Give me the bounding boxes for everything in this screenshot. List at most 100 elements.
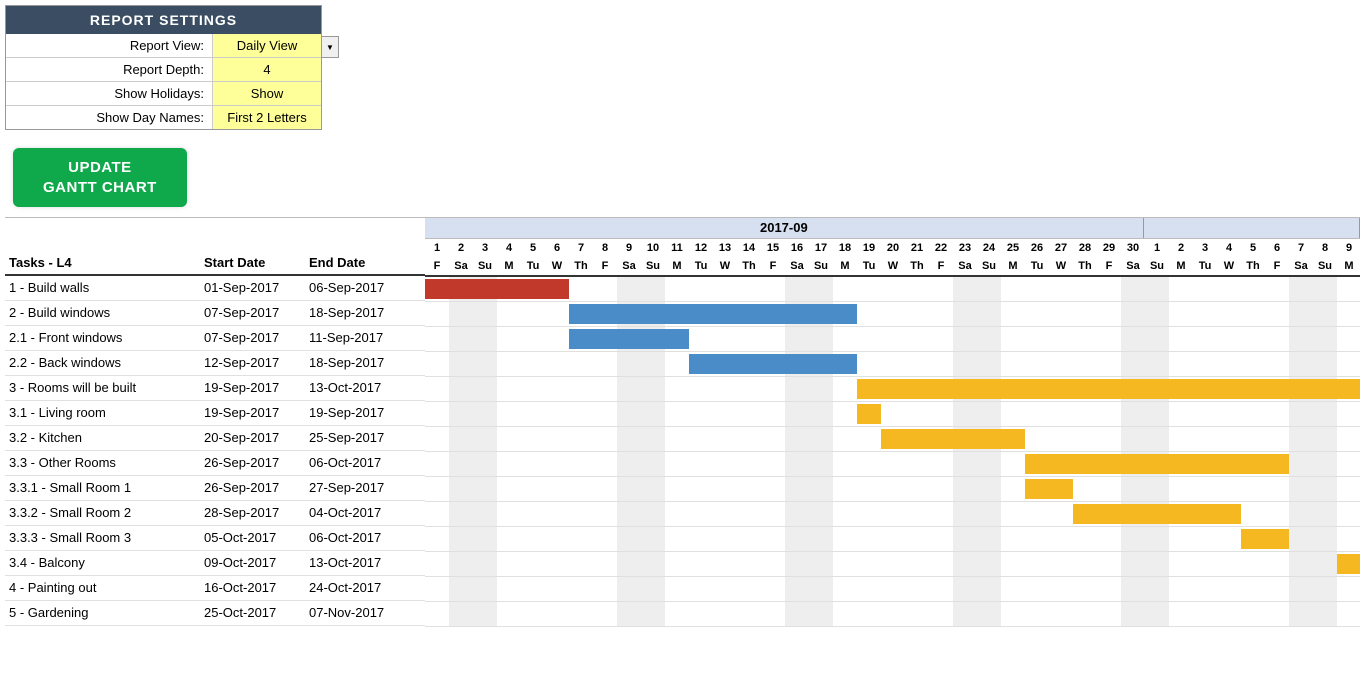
day-name: Th xyxy=(905,257,929,277)
gantt-bar[interactable] xyxy=(857,379,1360,399)
day-bg xyxy=(1193,277,1217,301)
day-bg xyxy=(905,277,929,301)
day-bg xyxy=(1001,402,1025,426)
day-bg xyxy=(665,352,689,376)
day-bg xyxy=(689,577,713,601)
task-name: 5 - Gardening xyxy=(5,601,204,625)
day-bg xyxy=(1097,477,1121,501)
day-bg xyxy=(809,402,833,426)
day-bg xyxy=(617,502,641,526)
day-bg xyxy=(761,502,785,526)
day-bg xyxy=(1025,602,1049,626)
gantt-bar[interactable] xyxy=(1241,529,1289,549)
gantt-timeline-panel: 2017-09 12345678910111213141516171819202… xyxy=(425,218,1360,627)
day-bg xyxy=(665,277,689,301)
gantt-bar-row xyxy=(425,452,1360,477)
day-bg xyxy=(1025,502,1049,526)
day-bg xyxy=(1049,577,1073,601)
day-bg xyxy=(497,452,521,476)
settings-value[interactable]: First 2 Letters xyxy=(212,106,321,129)
day-bg xyxy=(425,527,449,551)
day-bg xyxy=(593,377,617,401)
day-number: 11 xyxy=(665,239,689,257)
day-name: Th xyxy=(737,257,761,277)
chevron-down-icon[interactable]: ▼ xyxy=(321,36,339,58)
gantt-bar[interactable] xyxy=(1025,479,1073,499)
day-bg xyxy=(977,302,1001,326)
gantt-bar[interactable] xyxy=(569,329,689,349)
day-bg xyxy=(953,502,977,526)
gantt-bar[interactable] xyxy=(857,404,881,424)
day-name: W xyxy=(1217,257,1241,277)
day-bg xyxy=(713,427,737,451)
day-bg xyxy=(665,452,689,476)
day-number: 6 xyxy=(1265,239,1289,257)
day-name: Sa xyxy=(617,257,641,277)
task-start: 20-Sep-2017 xyxy=(204,426,309,450)
day-bg xyxy=(641,452,665,476)
day-number: 12 xyxy=(689,239,713,257)
gantt-bar[interactable] xyxy=(1337,554,1360,574)
day-bg xyxy=(953,477,977,501)
day-bg xyxy=(857,352,881,376)
day-bg xyxy=(521,302,545,326)
gantt-bar[interactable] xyxy=(881,429,1025,449)
day-bg xyxy=(449,552,473,576)
day-bg xyxy=(881,277,905,301)
day-bg xyxy=(809,552,833,576)
day-name: M xyxy=(1337,257,1360,277)
task-end: 18-Sep-2017 xyxy=(309,301,424,325)
update-button-line2: GANTT CHART xyxy=(43,179,157,196)
day-number: 5 xyxy=(521,239,545,257)
day-bg xyxy=(953,277,977,301)
update-gantt-button[interactable]: UPDATE GANTT CHART xyxy=(13,148,187,207)
gantt-bar[interactable] xyxy=(425,279,569,299)
settings-value[interactable]: 4 xyxy=(212,58,321,81)
day-bg xyxy=(1289,502,1313,526)
gantt-bar[interactable] xyxy=(689,354,857,374)
day-bg xyxy=(1265,327,1289,351)
day-bg xyxy=(833,327,857,351)
gantt-bar[interactable] xyxy=(569,304,857,324)
day-bg xyxy=(473,577,497,601)
day-name: Su xyxy=(641,257,665,277)
day-bg xyxy=(1097,277,1121,301)
day-bg xyxy=(881,402,905,426)
day-bg xyxy=(1337,277,1360,301)
day-name: M xyxy=(665,257,689,277)
day-name: Th xyxy=(1073,257,1097,277)
day-bg xyxy=(929,502,953,526)
day-bg xyxy=(425,602,449,626)
day-bg xyxy=(785,552,809,576)
day-bg xyxy=(1313,427,1337,451)
task-start: 19-Sep-2017 xyxy=(204,401,309,425)
day-name: Th xyxy=(569,257,593,277)
day-bg xyxy=(1049,277,1073,301)
settings-value[interactable]: Show xyxy=(212,82,321,105)
day-bg xyxy=(545,352,569,376)
task-name: 3.4 - Balcony xyxy=(5,551,204,575)
day-bg xyxy=(593,452,617,476)
task-name: 1 - Build walls xyxy=(5,276,204,300)
gantt-bar[interactable] xyxy=(1025,454,1289,474)
day-bg xyxy=(689,502,713,526)
settings-value[interactable]: Daily View▼ xyxy=(212,34,321,57)
day-bg xyxy=(569,602,593,626)
day-bg xyxy=(473,327,497,351)
day-bg xyxy=(1193,302,1217,326)
day-bg xyxy=(1121,352,1145,376)
day-bg xyxy=(953,302,977,326)
day-bg xyxy=(1337,452,1360,476)
day-bg xyxy=(761,602,785,626)
day-bg xyxy=(1049,602,1073,626)
day-bg xyxy=(1265,402,1289,426)
day-bg xyxy=(569,577,593,601)
day-bg xyxy=(545,377,569,401)
day-bg xyxy=(1001,602,1025,626)
day-bg xyxy=(617,602,641,626)
day-bg xyxy=(1337,502,1360,526)
day-bg xyxy=(761,552,785,576)
day-bg xyxy=(1145,552,1169,576)
gantt-bar[interactable] xyxy=(1073,504,1241,524)
day-bg xyxy=(497,327,521,351)
